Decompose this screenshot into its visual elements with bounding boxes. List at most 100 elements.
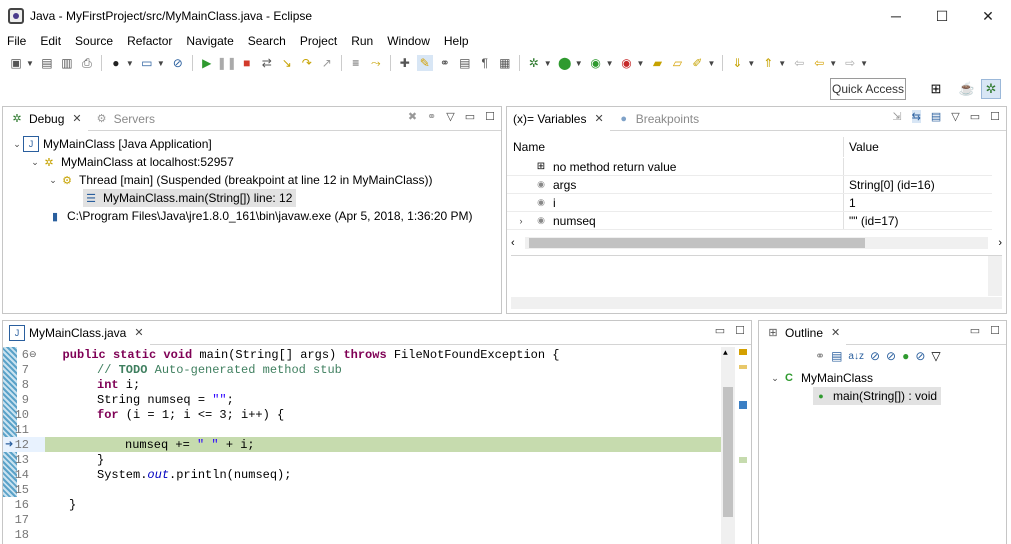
chevron-down-icon[interactable]: ⌄ <box>47 175 59 186</box>
outline-method-item[interactable]: ● main(String[]) : void <box>813 387 942 405</box>
menu-window[interactable]: Window <box>380 34 437 48</box>
menu-refactor[interactable]: Refactor <box>120 34 179 48</box>
next-annotation-dropdown-icon[interactable]: ▼ <box>747 59 755 68</box>
hide-static-icon[interactable]: ⊘ <box>886 349 896 363</box>
remove-all-terminated-icon[interactable]: ✖ <box>408 110 417 123</box>
maximize-button[interactable]: ☐ <box>919 0 965 32</box>
tab-debug[interactable]: ✲ Debug ✕ <box>3 106 88 131</box>
collapse-all-icon[interactable]: ▤ <box>931 110 941 123</box>
tab-servers[interactable]: ⚙ Servers <box>88 107 161 131</box>
chevron-down-icon[interactable]: ⌄ <box>11 139 23 150</box>
breakpoint-arrow-icon[interactable]: ➜ <box>5 439 13 451</box>
maximize-view-icon[interactable]: ☐ <box>485 110 495 123</box>
maximize-view-icon[interactable]: ☐ <box>735 324 745 337</box>
scroll-up-icon[interactable]: ▲ <box>723 349 728 358</box>
prev-annotation-dropdown-icon[interactable]: ▼ <box>778 59 786 68</box>
back-icon[interactable]: ⇦ <box>811 55 827 71</box>
debug-dropdown-icon[interactable]: ▼ <box>544 59 552 68</box>
hide-local-types-icon[interactable]: ⊘ <box>915 349 925 363</box>
chevron-down-icon[interactable]: ⌄ <box>29 157 41 168</box>
column-name[interactable]: Name <box>507 137 844 157</box>
step-into-icon[interactable]: ↘ <box>279 55 295 71</box>
minimize-button[interactable]: ─ <box>873 0 919 32</box>
code-line[interactable]: 9 String numseq = ""; <box>3 392 751 407</box>
outline-class-item[interactable]: ⌄ C MyMainClass <box>769 369 873 387</box>
terminate-icon[interactable]: ■ <box>239 55 255 71</box>
print-icon[interactable]: ⎙ <box>79 55 95 71</box>
console-icon[interactable]: ▭ <box>139 55 155 71</box>
debug-perspective-icon[interactable]: ✲ <box>981 79 1001 99</box>
code-line[interactable]: 6 ⊖ public static void main(String[] args… <box>3 347 751 362</box>
resume-icon[interactable]: ▶ <box>199 55 215 71</box>
new-icon[interactable]: ▣ <box>8 55 24 71</box>
hide-fields-icon[interactable]: ⊘ <box>870 349 880 363</box>
step-return-icon[interactable]: ↗ <box>319 55 335 71</box>
variable-row[interactable]: ◉ i 1 <box>507 194 992 212</box>
chevron-down-icon[interactable]: ⌄ <box>769 373 781 384</box>
next-annotation-icon[interactable]: ⇓ <box>729 55 745 71</box>
show-whitespace-icon[interactable]: ¶ <box>477 55 493 71</box>
variable-row[interactable]: › ◉ numseq "" (id=17) <box>507 212 992 230</box>
menu-help[interactable]: Help <box>437 34 476 48</box>
tab-breakpoints[interactable]: ● Breakpoints <box>610 107 705 131</box>
save-icon[interactable]: ▤ <box>39 55 55 71</box>
tab-variables[interactable]: (x)= Variables ✕ <box>507 106 610 131</box>
forward-dropdown-icon[interactable]: ▼ <box>860 59 868 68</box>
close-tab-icon[interactable]: ✕ <box>594 112 603 125</box>
code-line[interactable]: 7 // TODO Auto-generated method stub <box>3 362 751 377</box>
coverage-dropdown-icon[interactable]: ▼ <box>606 59 614 68</box>
code-line[interactable]: 18 <box>3 527 751 542</box>
maximize-view-icon[interactable]: ☐ <box>990 324 1000 337</box>
open-perspective-icon[interactable]: ⊞ <box>926 79 946 99</box>
external-tools-icon[interactable]: ◉ <box>619 55 635 71</box>
code-editor[interactable]: 6 ⊖ public static void main(String[] args… <box>3 347 751 544</box>
highlight-icon[interactable]: ✎ <box>416 55 433 71</box>
console-dropdown-icon[interactable]: ▼ <box>157 59 165 68</box>
java-perspective-icon[interactable]: ☕ <box>957 79 977 99</box>
back-dropdown-icon[interactable]: ▼ <box>829 59 837 68</box>
use-step-filters-icon[interactable]: ⤳ <box>368 55 384 71</box>
close-tab-icon[interactable]: ✕ <box>831 326 840 339</box>
minimize-view-icon[interactable]: ▭ <box>970 110 980 123</box>
search-dropdown-icon[interactable]: ▼ <box>707 59 715 68</box>
minimize-view-icon[interactable]: ▭ <box>465 110 475 123</box>
close-button[interactable]: ✕ <box>965 0 1011 32</box>
tree-item-thread[interactable]: ⌄ ⚙ Thread [main] (Suspended (breakpoint… <box>47 171 432 189</box>
quick-access-field[interactable]: Quick Access <box>830 78 906 100</box>
tab-editor-file[interactable]: J MyMainClass.java ✕ <box>3 320 150 345</box>
code-line-current[interactable]: 12 ➜ numseq += " " + i; <box>3 437 721 452</box>
profile-dropdown-icon[interactable]: ▼ <box>126 59 134 68</box>
disconnect-icon[interactable]: ⇄ <box>259 55 275 71</box>
run-dropdown-icon[interactable]: ▼ <box>575 59 583 68</box>
fold-icon[interactable]: ⊖ <box>29 350 37 360</box>
skip-breakpoints-icon[interactable]: ⊘ <box>170 55 186 71</box>
minimize-view-icon[interactable]: ▭ <box>970 324 980 337</box>
scroll-left-icon[interactable]: ‹ <box>511 237 525 249</box>
link-editor-icon[interactable]: ▤ <box>831 349 842 363</box>
menu-navigate[interactable]: Navigate <box>179 34 240 48</box>
minimize-view-icon[interactable]: ▭ <box>715 324 725 337</box>
hide-non-public-icon[interactable]: ● <box>902 349 909 363</box>
collapse-all-icon[interactable]: ⚭ <box>815 349 825 363</box>
menu-project[interactable]: Project <box>293 34 344 48</box>
variable-row[interactable]: ◉ args String[0] (id=16) <box>507 176 992 194</box>
external-tools-dropdown-icon[interactable]: ▼ <box>637 59 645 68</box>
menu-source[interactable]: Source <box>68 34 120 48</box>
close-tab-icon[interactable]: ✕ <box>134 326 143 339</box>
menu-edit[interactable]: Edit <box>33 34 68 48</box>
prev-annotation-icon[interactable]: ⇑ <box>760 55 776 71</box>
tree-item-application[interactable]: ⌄ J MyMainClass [Java Application] <box>11 135 212 153</box>
tab-outline[interactable]: ⊞ Outline ✕ <box>759 320 847 345</box>
chevron-right-icon[interactable]: › <box>515 216 527 226</box>
close-tab-icon[interactable]: ✕ <box>72 112 81 125</box>
detail-pane[interactable] <box>511 255 1002 309</box>
show-type-names-icon[interactable]: ⇲ <box>892 110 901 123</box>
tree-item-process[interactable]: ▮ C:\Program Files\Java\jre1.8.0_161\bin… <box>47 207 473 225</box>
editor-vertical-scrollbar[interactable]: ▲ <box>721 347 735 544</box>
coverage-icon[interactable]: ◉ <box>588 55 604 71</box>
search-tool-icon[interactable]: ✐ <box>689 55 705 71</box>
save-all-icon[interactable]: ▥ <box>59 55 75 71</box>
last-edit-icon[interactable]: ⇦ <box>791 55 807 71</box>
run-icon[interactable]: ⬤ <box>557 55 573 71</box>
show-logical-structure-icon[interactable]: ⇆ <box>911 110 921 123</box>
